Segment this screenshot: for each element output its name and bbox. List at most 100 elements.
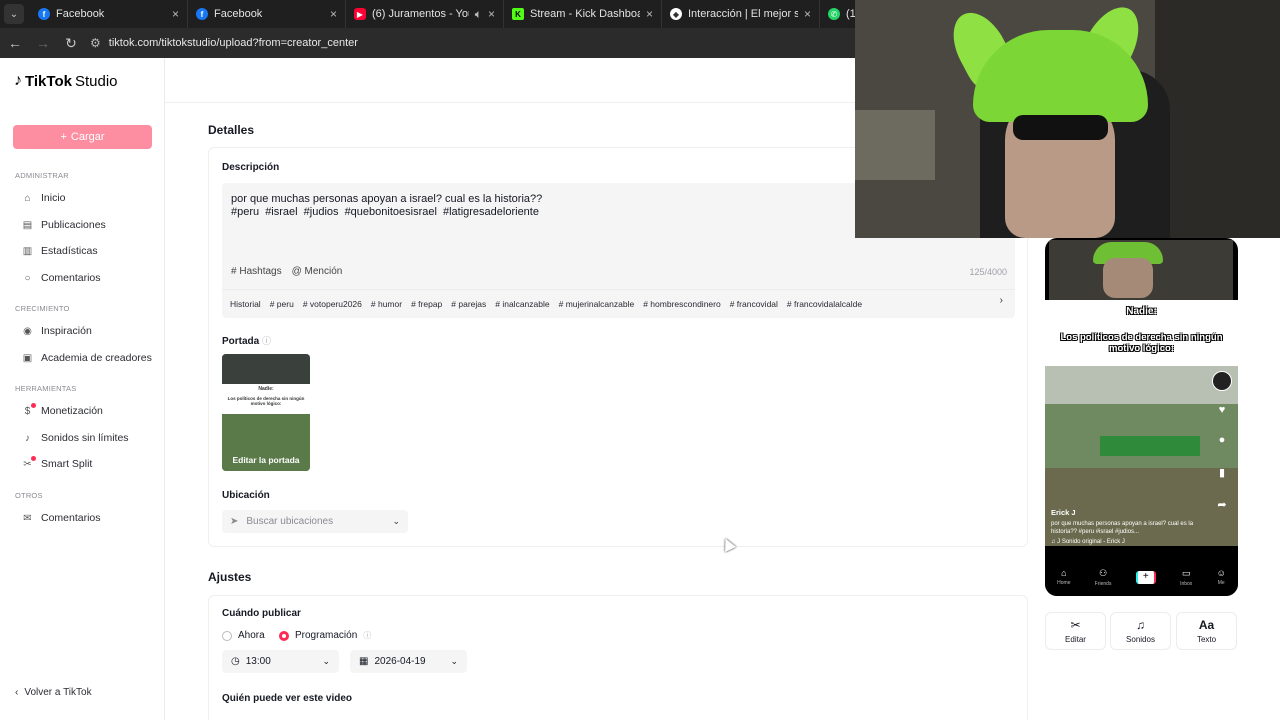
reload-icon[interactable]: ↻ — [62, 35, 80, 52]
preview-overlay-main: Los políticos de derecha sin ningún moti… — [1060, 332, 1223, 354]
suggestion-chip[interactable]: # humor — [371, 299, 402, 309]
date-select[interactable]: ▦ 2026-04-19 ⌄ — [350, 650, 467, 673]
cover-overlay-main: Los políticos de derecha sin ningún moti… — [227, 396, 305, 406]
time-select[interactable]: ◷ 13:00 ⌄ — [222, 650, 339, 673]
back-to-tiktok-link[interactable]: ‹ Volver a TikTok — [15, 687, 92, 698]
close-icon[interactable]: × — [172, 7, 179, 21]
info-icon[interactable]: ⓘ — [363, 630, 371, 641]
sidebar-item-otros-comentarios[interactable]: ✉ Comentarios — [22, 512, 100, 524]
sidebar-item-inicio[interactable]: ⌂ Inicio — [22, 192, 65, 204]
upload-button[interactable]: + Cargar — [13, 125, 152, 149]
cover-thumbnail[interactable]: Nadie: Los políticos de derecha sin ning… — [222, 354, 310, 471]
preview-sky — [1045, 366, 1238, 404]
plus-icon: + — [60, 131, 67, 143]
hashtags-button[interactable]: # Hashtags — [231, 266, 282, 277]
sidebar-item-monetizacion[interactable]: $ Monetización — [22, 402, 103, 417]
text-button[interactable]: Aa Texto — [1176, 612, 1237, 650]
radio-schedule[interactable]: Programación ⓘ — [279, 630, 371, 641]
dollar-icon: $ — [22, 402, 36, 417]
forward-arrow-icon[interactable]: → — [34, 35, 52, 51]
suggestion-chip[interactable]: # francovidal — [730, 299, 778, 309]
webcam-overlay — [855, 0, 1280, 238]
webcam-sunglasses — [1013, 115, 1108, 140]
edit-cover-button[interactable]: Editar la portada — [222, 455, 310, 465]
hashtag-suggestions: Historial # peru # votoperu2026 # humor … — [222, 289, 1015, 318]
close-icon[interactable]: × — [330, 7, 337, 21]
sidebar-item-estadisticas[interactable]: ▥ Estadísticas — [22, 245, 98, 257]
share-icon: ➦ — [1217, 499, 1227, 511]
browser-tab[interactable]: ▶ (6) Juramentos - YouTube 🔈︎ × — [346, 0, 504, 28]
browser-tab[interactable]: ◆ Interacción | El mejor software × — [662, 0, 820, 28]
sidebar-item-smart-split[interactable]: ✂ Smart Split — [22, 455, 92, 470]
chevron-down-icon: ⌄ — [450, 656, 458, 666]
mention-button[interactable]: @ Mención — [292, 266, 343, 277]
suggestion-chip[interactable]: # inalcanzable — [495, 299, 549, 309]
bookmark-icon: ▮ — [1218, 467, 1226, 479]
calendar-icon: ▦ — [359, 656, 369, 667]
location-placeholder: Buscar ubicaciones — [246, 516, 334, 527]
browser-tab[interactable]: f Facebook × — [188, 0, 346, 28]
speaker-icon[interactable]: 🔈︎ — [475, 7, 482, 22]
cover-image-text-band: Nadie: Los políticos de derecha sin ning… — [222, 384, 310, 414]
sidebar-item-label: Publicaciones — [41, 219, 106, 231]
info-icon[interactable]: ⓘ — [262, 336, 271, 346]
radio-schedule-label: Programación — [295, 630, 358, 641]
sidebar-item-inspiracion[interactable]: ◉ Inspiración — [22, 325, 92, 337]
radio-now[interactable]: Ahora — [222, 630, 265, 641]
sidebar-item-sonidos[interactable]: ♪ Sonidos sin límites — [22, 432, 129, 444]
browser-tab[interactable]: f Facebook × — [30, 0, 188, 28]
url-field[interactable]: ⚙ tiktok.com/tiktokstudio/upload?from=cr… — [90, 36, 358, 50]
sounds-button[interactable]: ♫ Sonidos — [1110, 612, 1171, 650]
suggestion-chip[interactable]: # peru — [270, 299, 294, 309]
time-value: 13:00 — [245, 656, 271, 667]
sidebar-item-publicaciones[interactable]: ▤ Publicaciones — [22, 219, 106, 231]
radio-circle-selected — [279, 630, 289, 641]
back-arrow-icon[interactable]: ← — [6, 35, 24, 51]
inbox-icon: ▭ — [1181, 567, 1191, 578]
shield-icon: ◆ — [670, 8, 682, 20]
description-hashtags[interactable]: #peru #israel #judios #quebonitoesisrael… — [231, 206, 539, 218]
lightbulb-icon: ◉ — [23, 325, 32, 337]
facebook-icon: f — [38, 8, 50, 20]
notification-dot — [31, 402, 36, 408]
section-label-admin: ADMINISTRAR — [15, 171, 69, 180]
suggestion-chip[interactable]: # francovidalalcalde — [787, 299, 862, 309]
location-select[interactable]: ➤ Buscar ubicaciones ⌄ — [222, 510, 408, 533]
site-settings-icon[interactable]: ⚙ — [90, 36, 101, 50]
edit-video-button[interactable]: ✂ Editar — [1045, 612, 1106, 650]
preview-nav-friends: ⚇ Friends — [1095, 568, 1112, 587]
suggestion-chip[interactable]: # frepap — [411, 299, 442, 309]
preview-nav-inbox: ▭ Inbox — [1180, 568, 1192, 587]
tiktok-note-icon: ♪ — [14, 72, 22, 89]
sidebar-item-academia[interactable]: ▣ Academia de creadores — [22, 352, 152, 364]
comment-icon: ● — [1218, 434, 1226, 446]
music-icon: ♫ — [1136, 618, 1145, 632]
suggestion-chip[interactable]: # votoperu2026 — [303, 299, 362, 309]
radio-now-label: Ahora — [238, 630, 265, 641]
heart-icon: ♥ — [1218, 404, 1226, 416]
logo-product: Studio — [74, 72, 118, 90]
nav-label: Me — [1217, 580, 1225, 586]
description-text[interactable]: por que muchas personas apoyan a israel?… — [231, 192, 542, 206]
close-icon[interactable]: × — [804, 7, 811, 21]
cover-label-text: Portada — [222, 336, 260, 347]
tiktok-studio-logo[interactable]: ♪ TikTok Studio — [14, 72, 118, 90]
back-label: Volver a TikTok — [24, 687, 92, 698]
suggestion-chip[interactable]: # mujerinalcanzable — [559, 299, 635, 309]
tab-search-button[interactable]: ⌄ — [4, 4, 24, 24]
close-icon[interactable]: × — [646, 7, 653, 21]
browser-tab[interactable]: K Stream - Kick Dashboard × — [504, 0, 662, 28]
preview-nav-create: + — [1135, 570, 1156, 584]
details-heading: Detalles — [208, 123, 255, 137]
suggestion-chip[interactable]: Historial — [230, 299, 261, 309]
tab-title: Stream - Kick Dashboard — [530, 8, 640, 20]
close-icon[interactable]: × — [488, 7, 495, 21]
suggestion-chip[interactable]: # parejas — [451, 299, 486, 309]
chevron-right-icon[interactable]: › — [1000, 295, 1003, 306]
tool-label: Texto — [1196, 635, 1217, 644]
preview-nav-me: ☺ Me — [1217, 568, 1226, 586]
sidebar-item-comentarios[interactable]: ○ Comentarios — [22, 272, 100, 284]
sidebar-item-label: Academia de creadores — [41, 352, 152, 364]
nav-label: Friends — [1094, 580, 1112, 587]
suggestion-chip[interactable]: # hombrescondinero — [643, 299, 721, 309]
